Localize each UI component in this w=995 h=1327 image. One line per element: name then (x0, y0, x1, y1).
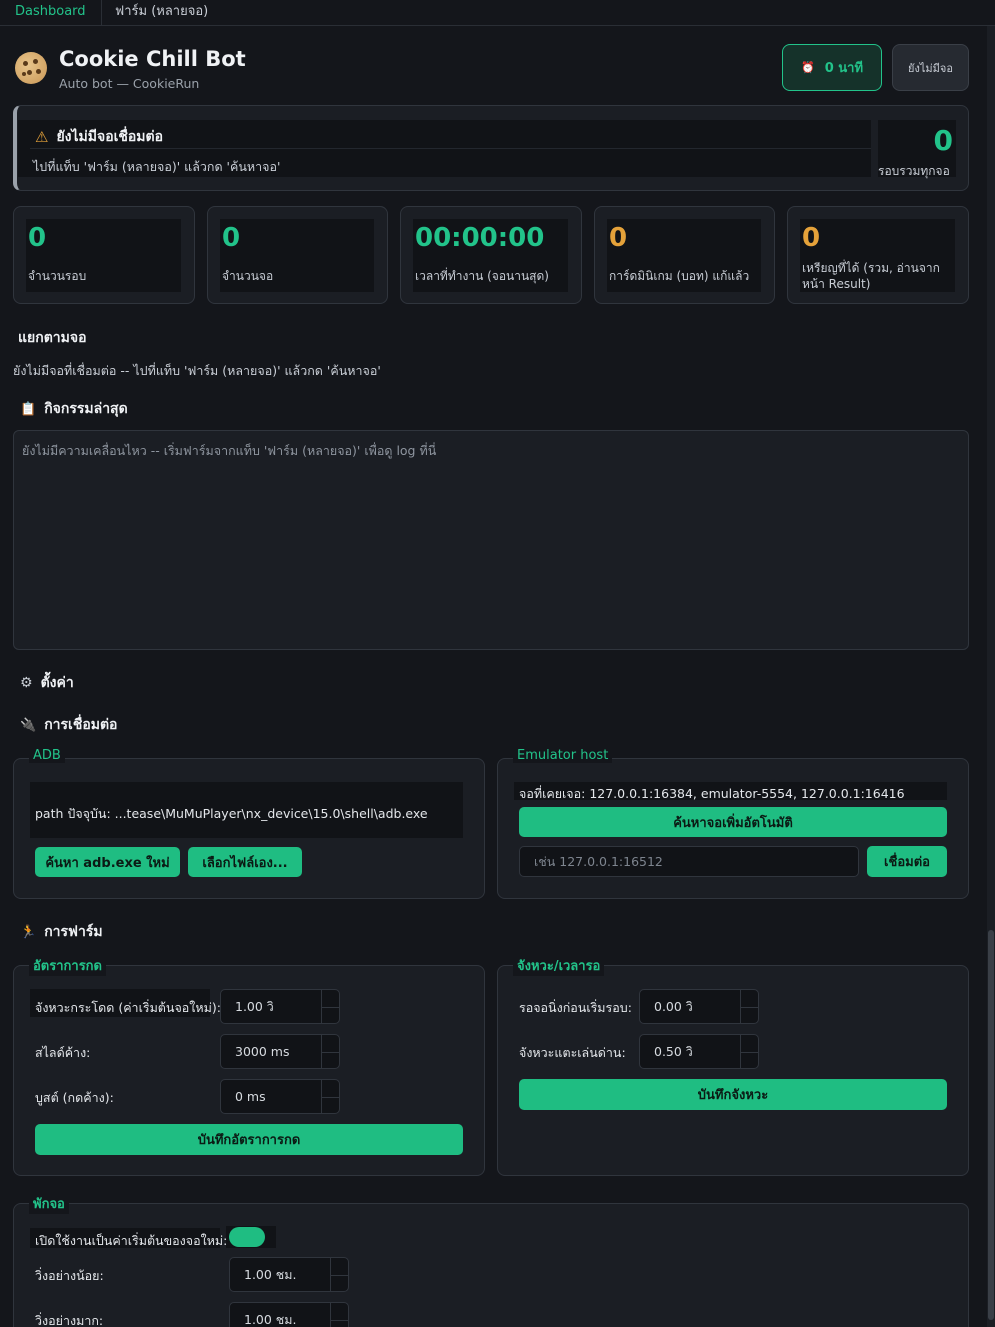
emulator-host-placeholder: เช่น 127.0.0.1:16512 (534, 853, 663, 869)
app-subtitle: Auto bot — CookieRun (59, 76, 200, 91)
settings-heading: ⚙ ตั้งค่า (20, 672, 74, 694)
jump-rate-input[interactable]: 1.00 วิ (220, 989, 340, 1024)
boost-input[interactable]: 0 ms (220, 1079, 340, 1114)
wait-stable-value: 0.00 วิ (654, 998, 693, 1014)
run-min-label: วิ่งอย่างน้อย: (35, 1268, 104, 1283)
per-screen-heading: แยกตามจอ (18, 330, 87, 346)
stepper-icon[interactable] (321, 1080, 340, 1113)
status-title-text: ยังไม่มีจอเชื่อมต่อ (56, 129, 164, 145)
scrollbar-thumb[interactable] (988, 930, 994, 1320)
stat-label: เวลาที่ทำงาน (จอนานสุด) (415, 269, 549, 283)
choose-adb-file-button[interactable]: เลือกไฟล์เอง... (188, 847, 302, 877)
rest-fieldset (13, 1203, 969, 1327)
farming-heading-text: การฟาร์ม (44, 924, 103, 940)
runtime-minutes-button[interactable]: ⏰ 0 นาที (782, 44, 882, 91)
divider (30, 148, 871, 149)
tap-rate-legend: อัตราการกด (29, 955, 106, 976)
wait-stable-input[interactable]: 0.00 วิ (639, 989, 759, 1024)
run-min-input[interactable]: 1.00 ชม. (229, 1257, 349, 1292)
stat-value: 00:00:00 (415, 223, 545, 253)
timing-legend: จังหวะ/เวลารอ (513, 955, 605, 976)
stepper-icon[interactable] (740, 990, 759, 1023)
plug-icon: 🔌 (20, 717, 37, 733)
stepper-icon[interactable] (740, 1035, 759, 1068)
stepper-icon[interactable] (321, 1035, 340, 1068)
emulator-seen-text: จอที่เคยเจอ: 127.0.0.1:16384, emulator-5… (519, 786, 905, 801)
run-max-label: วิ่งอย่างมาก: (35, 1313, 104, 1327)
device-status-button[interactable]: ยังไม่มีจอ (892, 44, 969, 91)
cookie-logo-icon (15, 52, 47, 84)
timer-icon: ⏰ (800, 61, 815, 74)
runner-icon: 🏃 (20, 924, 37, 940)
total-rounds-label: รอบรวมทุกจอ (878, 164, 950, 178)
status-message: ไปที่แท็บ 'ฟาร์ม (หลายจอ)' แล้วกด 'ค้นหา… (33, 159, 281, 174)
tap-play-input[interactable]: 0.50 วิ (639, 1034, 759, 1069)
run-max-value: 1.00 ชม. (244, 1311, 297, 1327)
stepper-icon[interactable] (321, 990, 340, 1023)
save-timing-button[interactable]: บันทึกจังหวะ (519, 1079, 947, 1110)
jump-rate-value: 1.00 วิ (235, 998, 274, 1014)
slide-hold-value: 3000 ms (235, 1044, 290, 1059)
emulator-host-input[interactable]: เช่น 127.0.0.1:16512 (519, 846, 859, 877)
adb-legend: ADB (29, 748, 65, 763)
connection-heading-text: การเชื่อมต่อ (44, 717, 118, 733)
activity-empty-text: ยังไม่มีความเคลื่อนไหว -- เริ่มฟาร์มจากแ… (22, 443, 437, 458)
per-screen-message: ยังไม่มีจอที่เชื่อมต่อ -- ไปที่แท็บ 'ฟาร… (13, 363, 381, 378)
run-max-input[interactable]: 1.00 ชม. (229, 1302, 349, 1327)
wait-stable-label: รอจอนิ่งก่อนเริ่มรอบ: (519, 1000, 632, 1015)
stat-label: การ์ดมินิเกม (บอท) แก้แล้ว (609, 269, 750, 283)
stepper-icon[interactable] (330, 1303, 349, 1327)
jump-rate-label: จังหวะกระโดด (ค่าเริ่มต้นจอใหม่): (35, 1000, 221, 1015)
total-rounds-value: 0 (933, 124, 953, 157)
tap-play-value: 0.50 วิ (654, 1043, 693, 1059)
stat-value: 0 (222, 223, 241, 253)
boost-value: 0 ms (235, 1089, 266, 1104)
adb-path-text: path ปัจจุบัน: ...tease\MuMuPlayer\nx_de… (35, 806, 428, 821)
stat-value: 0 (28, 223, 47, 253)
save-tap-rate-button[interactable]: บันทึกอัตราการกด (35, 1124, 463, 1155)
rest-default-toggle[interactable] (229, 1227, 265, 1247)
tab-dashboard[interactable]: Dashboard (0, 0, 102, 26)
find-adb-button[interactable]: ค้นหา adb.exe ใหม่ (35, 847, 180, 877)
clipboard-icon: 📋 (20, 401, 37, 417)
stat-label: เหรียญที่ได้ (รวม, อ่านจากหน้า Result) (802, 261, 940, 291)
run-min-value: 1.00 ชม. (244, 1266, 297, 1282)
boost-label: บูสต์ (กดค้าง): (35, 1090, 114, 1105)
emulator-legend: Emulator host (513, 748, 613, 763)
stat-value: 0 (802, 223, 821, 253)
stat-label: จำนวนรอบ (28, 269, 87, 283)
activity-heading: 📋 กิจกรรมล่าสุด (20, 398, 128, 420)
slide-hold-input[interactable]: 3000 ms (220, 1034, 340, 1069)
connection-heading: 🔌 การเชื่อมต่อ (20, 714, 117, 736)
stat-value: 0 (609, 223, 628, 253)
tap-play-label: จังหวะแตะเล่นด่าน: (519, 1045, 626, 1060)
warning-icon: ⚠ (35, 128, 49, 146)
farming-heading: 🏃 การฟาร์ม (20, 921, 103, 943)
activity-heading-text: กิจกรรมล่าสุด (44, 401, 128, 417)
activity-log[interactable] (13, 430, 969, 650)
app-title: Cookie Chill Bot (59, 47, 246, 71)
stat-label: จำนวนจอ (222, 269, 274, 283)
stepper-icon[interactable] (330, 1258, 349, 1291)
settings-heading-text: ตั้งค่า (40, 675, 74, 691)
slide-hold-label: สไลด์ค้าง: (35, 1045, 91, 1060)
status-title: ⚠ ยังไม่มีจอเชื่อมต่อ (35, 126, 163, 148)
gear-icon: ⚙ (20, 675, 33, 691)
auto-find-screens-button[interactable]: ค้นหาจอเพิ่มอัตโนมัติ (519, 807, 947, 837)
rest-legend: พักจอ (29, 1193, 69, 1214)
runtime-minutes-label: 0 นาที (824, 61, 864, 76)
tab-farm-multi[interactable]: ฟาร์ม (หลายจอ) (100, 0, 223, 26)
connect-button[interactable]: เชื่อมต่อ (867, 846, 947, 877)
rest-default-label: เปิดใช้งานเป็นค่าเริ่มต้นของจอใหม่: (35, 1233, 228, 1248)
